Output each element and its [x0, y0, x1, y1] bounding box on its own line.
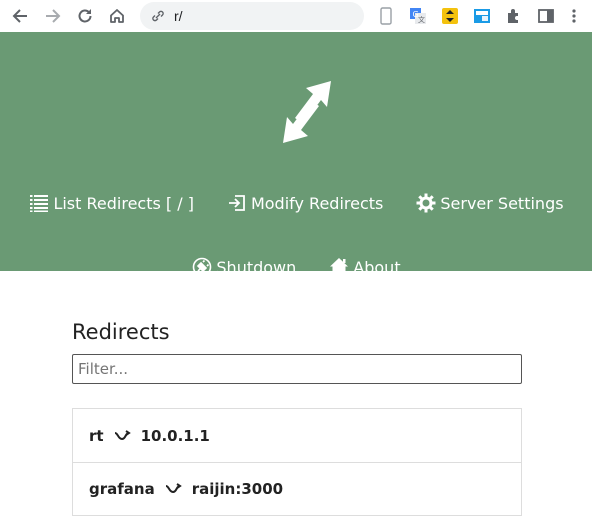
redirect-target: raijin:3000: [191, 480, 284, 498]
extension-icon[interactable]: [470, 4, 494, 28]
redirect-arrow-icon: [114, 429, 131, 442]
list-icon: [28, 192, 50, 214]
nav-modify-redirects[interactable]: Modify Redirects: [226, 192, 383, 214]
nav-shutdown-label: Shutdown: [216, 257, 297, 277]
extension-icon[interactable]: [438, 4, 462, 28]
site-header: List Redirects [ / ] Modify Redirects Se…: [0, 32, 592, 277]
svg-text:文: 文: [418, 15, 425, 24]
nav-list-redirects-label: List Redirects [ / ]: [53, 193, 194, 213]
extensions-puzzle-icon[interactable]: [502, 4, 526, 28]
redirect-arrow-icon: [165, 483, 182, 495]
nav-server-settings-label: Server Settings: [440, 193, 564, 213]
power-plug-icon: [191, 256, 213, 278]
translate-icon[interactable]: G文: [406, 4, 430, 28]
side-panel-icon[interactable]: [534, 4, 558, 28]
nav-list-redirects[interactable]: List Redirects [ / ]: [28, 192, 194, 214]
nav-modify-redirects-label: Modify Redirects: [250, 193, 384, 213]
redirect-source: grafana: [89, 480, 155, 498]
address-bar[interactable]: r/: [140, 2, 364, 30]
browser-toolbar: r/ G文: [0, 0, 592, 32]
back-icon[interactable]: [8, 4, 32, 28]
nav-shutdown[interactable]: Shutdown: [191, 256, 296, 278]
list-item[interactable]: rt 10.0.1.1: [73, 409, 521, 462]
page-title: Redirects: [72, 320, 170, 344]
menu-icon[interactable]: [562, 4, 586, 28]
forward-icon[interactable]: [41, 4, 65, 28]
site-info-icon[interactable]: [150, 8, 166, 24]
gear-icon: [415, 192, 437, 214]
nav-row-secondary: Shutdown About: [0, 256, 592, 278]
redirect-source: rt: [89, 426, 104, 445]
nav-server-settings[interactable]: Server Settings: [415, 192, 564, 214]
login-arrow-icon: [226, 192, 248, 214]
home-icon[interactable]: [105, 4, 129, 28]
list-item[interactable]: grafana raijin:3000: [73, 462, 521, 515]
device-icon[interactable]: [374, 4, 398, 28]
nav-about-label: About: [353, 257, 401, 277]
reload-icon[interactable]: [73, 4, 97, 28]
nav-row-primary: List Redirects [ / ] Modify Redirects Se…: [0, 192, 592, 214]
redirect-list: rt 10.0.1.1 grafana raijin:3000: [72, 408, 522, 516]
nav-about[interactable]: About: [328, 256, 401, 278]
logo-redirect-arrows-icon: [281, 79, 333, 145]
redirect-target: 10.0.1.1: [140, 426, 210, 445]
url-text[interactable]: r/: [174, 8, 183, 24]
filter-input[interactable]: [72, 354, 522, 384]
house-icon: [328, 256, 350, 278]
